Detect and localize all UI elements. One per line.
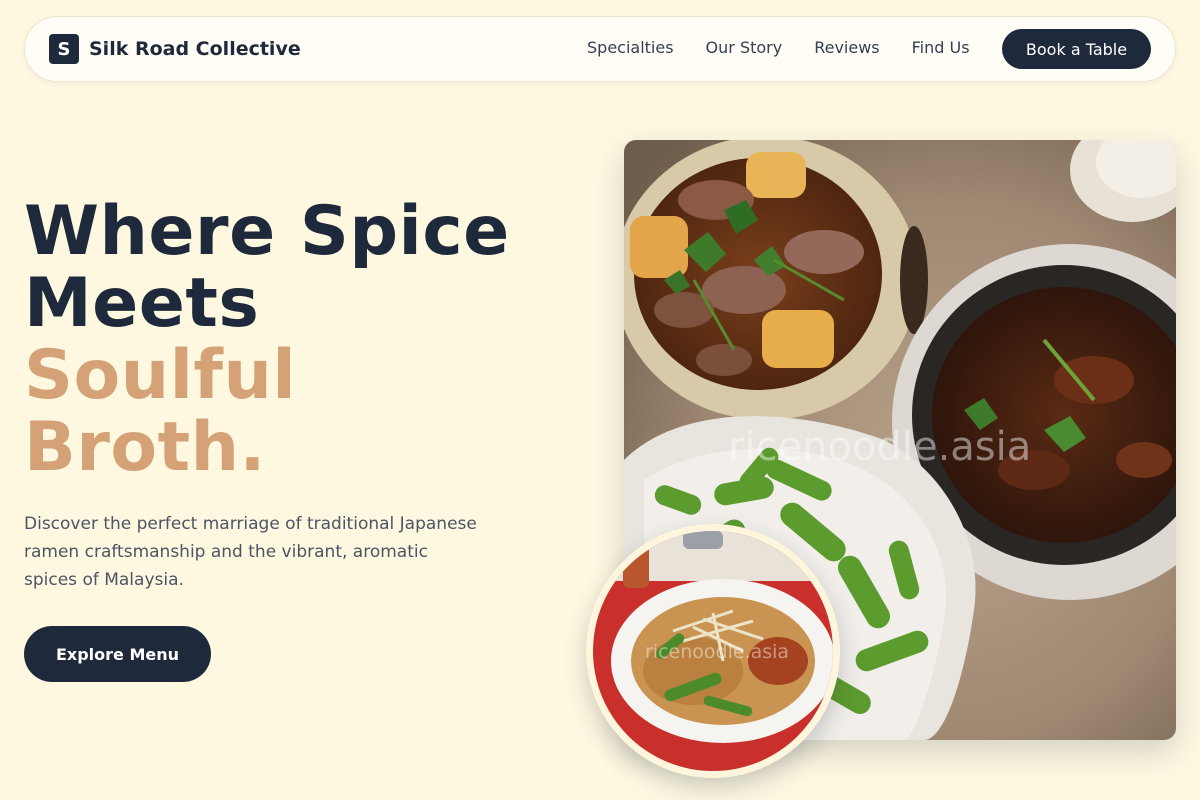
- dish-photo-inner: ricenoodle.asia: [593, 531, 833, 771]
- hero-tagline: Discover the perfect marriage of traditi…: [24, 514, 477, 590]
- nav-link-find-us[interactable]: Find Us: [912, 38, 970, 57]
- nav-link-specialties[interactable]: Specialties: [587, 38, 674, 57]
- headline-accent-line-2: Broth.: [24, 408, 266, 487]
- brand[interactable]: S Silk Road Collective: [49, 34, 301, 64]
- brand-name: Silk Road Collective: [89, 38, 301, 60]
- book-table-button[interactable]: Book a Table: [1002, 29, 1151, 69]
- dish-illustration: [593, 531, 833, 771]
- headline-line-2: Meets: [24, 264, 260, 343]
- hero-headline: Where Spice Meets Soulful Broth.: [24, 196, 510, 484]
- nav-link-reviews[interactable]: Reviews: [814, 38, 879, 57]
- dish-round-photo: ricenoodle.asia: [586, 524, 840, 778]
- brand-logo-icon: S: [49, 34, 79, 64]
- explore-menu-button[interactable]: Explore Menu: [24, 626, 211, 682]
- headline-accent-line-1: Soulful: [24, 336, 297, 415]
- nav-link-our-story[interactable]: Our Story: [706, 38, 783, 57]
- nav-links: Specialties Our Story Reviews Find Us: [587, 38, 970, 57]
- headline-line-1: Where Spice: [24, 192, 510, 271]
- top-nav: S Silk Road Collective Specialties Our S…: [24, 16, 1176, 82]
